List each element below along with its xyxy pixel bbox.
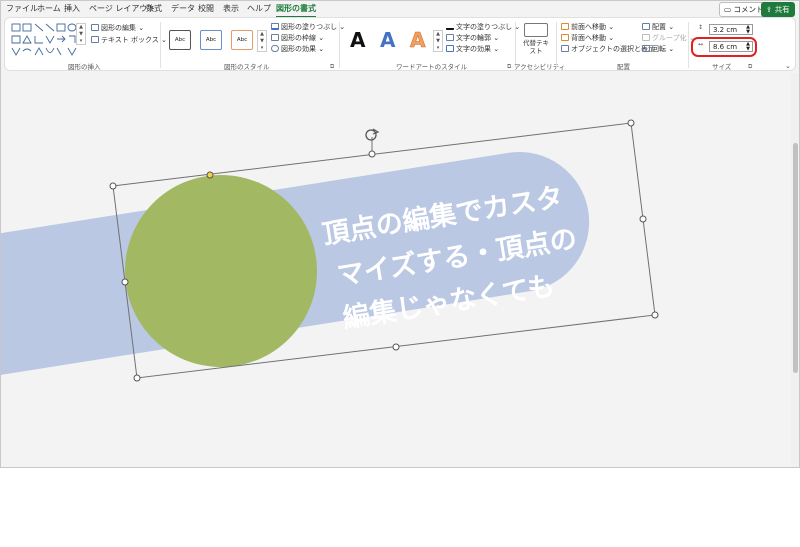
align-button[interactable]: 配置 ⌄ [642,22,674,32]
wordart-style-orange[interactable]: A [410,28,426,53]
send-backward-icon [561,34,569,41]
edit-shape-button[interactable]: 図形の編集 ⌄ [91,23,144,33]
wordart-style-black[interactable]: A [350,28,365,52]
separator [688,22,689,68]
alt-text-icon [524,23,548,37]
ribbon-tabs: ファイル ホーム 挿入 ページ レイアウト 数式 データ 校閲 表示 ヘルプ 図… [1,1,799,18]
resize-handle-top[interactable] [368,150,376,158]
share-button[interactable]: ⇪ 共有 [761,2,795,17]
rotate-icon [642,45,650,52]
shape-style-preview-3[interactable]: Abc [231,30,253,50]
resize-handle-right[interactable] [639,215,647,223]
vertical-scrollbar[interactable] [791,73,799,467]
rotate-button[interactable]: 回転 ⌄ [642,44,674,54]
tab-formulas[interactable]: 数式 [146,3,162,15]
comment-icon: ▭ [724,5,732,14]
ribbon: ▲ ▼ ▾ 図形の編集 ⌄ テキスト ボックス ⌄ 図形の挿入 Abc Abc Ab… [4,17,796,71]
wordart-scroll[interactable]: ▲ ▼ ▾ [433,30,443,52]
effects-icon [271,45,279,52]
text-fill-icon [446,23,454,30]
height-spinner[interactable]: ▲ ▼ [746,25,750,35]
selection-pane-button[interactable]: オブジェクトの選択と表示 [561,44,655,54]
resize-handle-bottom-left[interactable] [133,374,141,382]
group-button[interactable]: グループ化 ⌄ [642,33,695,43]
dialog-launcher-icon[interactable]: ⧉ [507,63,511,71]
shape-effects-button[interactable]: 図形の効果 ⌄ [271,44,324,54]
tab-data[interactable]: データ [171,3,195,15]
text-effects-button[interactable]: 文字の効果 ⌄ [446,44,499,54]
tab-file[interactable]: ファイル [6,3,38,15]
shape-outline-button[interactable]: 図形の枠線 ⌄ [271,33,324,43]
separator [339,22,340,68]
shape-fill-button[interactable]: 図形の塗りつぶし ⌄ [271,22,345,32]
shape-drawing: 頂点の編集でカスタ マイズする・頂点の 編集じゃなくても [1,119,659,385]
tab-help[interactable]: ヘルプ [247,3,271,15]
group-label-size: サイズ [712,63,732,71]
dialog-launcher-icon[interactable]: ⧉ [330,63,334,71]
alt-text-button[interactable]: 代替テキスト [521,39,551,55]
circle-shape[interactable] [125,175,317,367]
group-label-shape-styles: 図形のスタイル [224,63,270,71]
text-effects-icon [446,45,454,52]
text-outline-button[interactable]: 文字の輪郭 ⌄ [446,33,499,43]
pen-icon [271,34,279,41]
text-fill-button[interactable]: 文字の塗りつぶし ⌄ [446,22,520,32]
tab-review[interactable]: 校閲 [198,3,214,15]
share-label: 共有 [774,5,790,14]
shape-style-preview-1[interactable]: Abc [169,30,191,50]
resize-handle-bottom[interactable] [392,343,400,351]
text-outline-icon [446,34,454,41]
selection-pane-icon [561,45,569,52]
tab-view[interactable]: 表示 [223,3,239,15]
group-label-arrange: 配置 [617,63,630,71]
align-icon [642,23,650,30]
comment-label: コメント [733,5,764,14]
paint-bucket-icon [271,23,279,30]
shape-height-field[interactable]: 3.2 cm ▲ ▼ [709,24,753,35]
scrollbar-thumb[interactable] [793,143,798,373]
group-label-wordart: ワードアートのスタイル [396,63,468,71]
group-label-insert-shapes: 図形の挿入 [68,63,101,71]
resize-handle-top-left[interactable] [109,182,117,190]
bring-forward-icon [561,23,569,30]
separator [556,22,557,68]
text-box-icon [91,36,99,43]
resize-handle-bottom-right[interactable] [651,311,659,319]
edit-shape-icon [91,24,99,31]
send-backward-button[interactable]: 背面へ移動 ⌄ [561,33,614,43]
separator [160,22,161,68]
group-icon [642,34,650,41]
shapes-gallery[interactable] [11,23,83,57]
shape-styles-scroll[interactable]: ▲ ▼ ▾ [257,30,267,52]
dialog-launcher-icon[interactable]: ⧉ [748,63,752,71]
tab-insert[interactable]: 挿入 [64,3,80,15]
excel-window: ファイル ホーム 挿入 ページ レイアウト 数式 データ 校閲 表示 ヘルプ 図… [0,0,800,468]
worksheet-canvas: 頂点の編集でカスタ マイズする・頂点の 編集じゃなくても [1,73,791,467]
shapes-scroll[interactable]: ▲ ▼ ▾ [76,23,86,45]
height-icon: ↕ [698,24,704,31]
adjust-handle[interactable] [206,171,214,179]
resize-handle-left[interactable] [121,278,129,286]
text-box-button[interactable]: テキスト ボックス ⌄ [91,35,167,45]
wordart-style-blue[interactable]: A [380,28,395,52]
tab-shape-format[interactable]: 図形の書式 [276,3,316,18]
bring-forward-button[interactable]: 前面へ移動 ⌄ [561,22,614,32]
collapse-ribbon-icon[interactable]: ⌄ [785,62,791,70]
resize-handle-top-right[interactable] [627,119,635,127]
group-label-accessibility: アクセシビリティ [514,63,566,71]
shape-style-preview-2[interactable]: Abc [200,30,222,50]
tab-home[interactable]: ホーム [37,3,61,15]
width-field-highlight [691,37,757,57]
share-icon: ⇪ [766,5,773,14]
